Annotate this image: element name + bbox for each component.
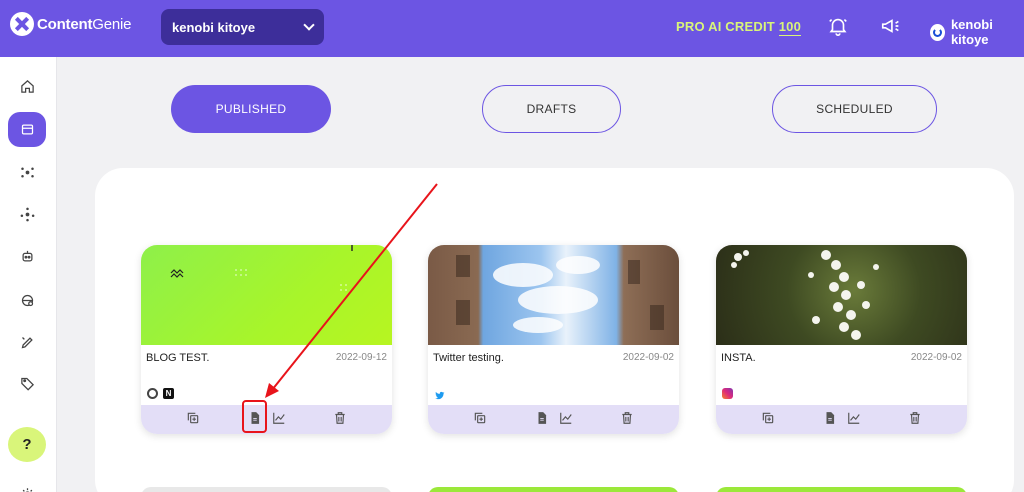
- post-title: BLOG TEST.: [146, 352, 210, 364]
- home-icon[interactable]: [8, 69, 46, 104]
- trash-icon[interactable]: [333, 411, 347, 425]
- post-date: 2022-09-12: [335, 352, 387, 363]
- megaphone-icon[interactable]: [880, 15, 902, 37]
- tab-scheduled[interactable]: SCHEDULED: [772, 85, 937, 133]
- highlight-box: [242, 400, 267, 433]
- post-card[interactable]: INSTA. 2022-09-02: [716, 245, 967, 434]
- duplicate-icon[interactable]: [761, 411, 775, 425]
- duplicate-icon[interactable]: [186, 411, 200, 425]
- help-button[interactable]: ?: [8, 427, 46, 462]
- pen-icon[interactable]: [8, 325, 46, 360]
- tab-published[interactable]: PUBLISHED: [171, 85, 331, 133]
- analytics-icon[interactable]: [559, 411, 573, 425]
- post-card-peek: [428, 487, 679, 492]
- analytics-icon[interactable]: [272, 411, 286, 425]
- tab-drafts[interactable]: DRAFTS: [482, 85, 621, 133]
- store-icon[interactable]: [8, 112, 46, 147]
- post-title: Twitter testing.: [433, 352, 504, 364]
- bell-icon[interactable]: [827, 15, 849, 37]
- duplicate-icon[interactable]: [473, 411, 487, 425]
- post-date: 2022-09-02: [910, 352, 962, 363]
- ai-credit-counter: PRO AI CREDIT 100: [676, 19, 802, 36]
- document-icon[interactable]: [823, 411, 837, 425]
- instagram-icon: [722, 388, 733, 399]
- post-actions: [716, 405, 967, 434]
- post-thumbnail: [428, 245, 679, 345]
- post-card[interactable]: Twitter testing. 2022-09-02: [428, 245, 679, 434]
- account-select-label: kenobi kitoye: [172, 19, 256, 35]
- app-logo[interactable]: ContentGenie: [10, 12, 131, 36]
- post-date: 2022-09-02: [622, 352, 674, 363]
- tag-icon[interactable]: [8, 366, 46, 401]
- user-menu[interactable]: kenobi kitoye: [930, 17, 1024, 47]
- sun-icon[interactable]: [8, 477, 46, 492]
- ai-credit-value: 100: [778, 19, 802, 36]
- robot-icon[interactable]: [8, 239, 46, 274]
- trash-icon[interactable]: [620, 411, 634, 425]
- twitter-icon: [434, 388, 445, 400]
- chevron-down-icon: [303, 19, 315, 31]
- post-thumbnail: [141, 245, 392, 345]
- notion-icon: N: [163, 388, 174, 399]
- network-icon[interactable]: [8, 155, 46, 190]
- globe-icon[interactable]: [8, 283, 46, 318]
- post-card-peek: [141, 487, 392, 492]
- post-actions: [428, 405, 679, 434]
- hub-icon[interactable]: [8, 197, 46, 232]
- post-title: INSTA.: [721, 352, 756, 364]
- user-name: kenobi kitoye: [950, 17, 993, 47]
- sidebar: ?: [0, 57, 57, 492]
- logo-text: ContentGenie: [37, 15, 132, 33]
- avatar: [930, 23, 945, 41]
- account-select[interactable]: kenobi kitoye: [161, 9, 324, 45]
- document-icon[interactable]: [535, 411, 549, 425]
- post-thumbnail: [716, 245, 967, 345]
- top-bar: ContentGenie kenobi kitoye PRO AI CREDIT…: [0, 0, 1024, 57]
- post-card-peek: [716, 487, 967, 492]
- wordpress-icon: [147, 388, 158, 399]
- analytics-icon[interactable]: [847, 411, 861, 425]
- logo-icon: [10, 12, 34, 36]
- trash-icon[interactable]: [908, 411, 922, 425]
